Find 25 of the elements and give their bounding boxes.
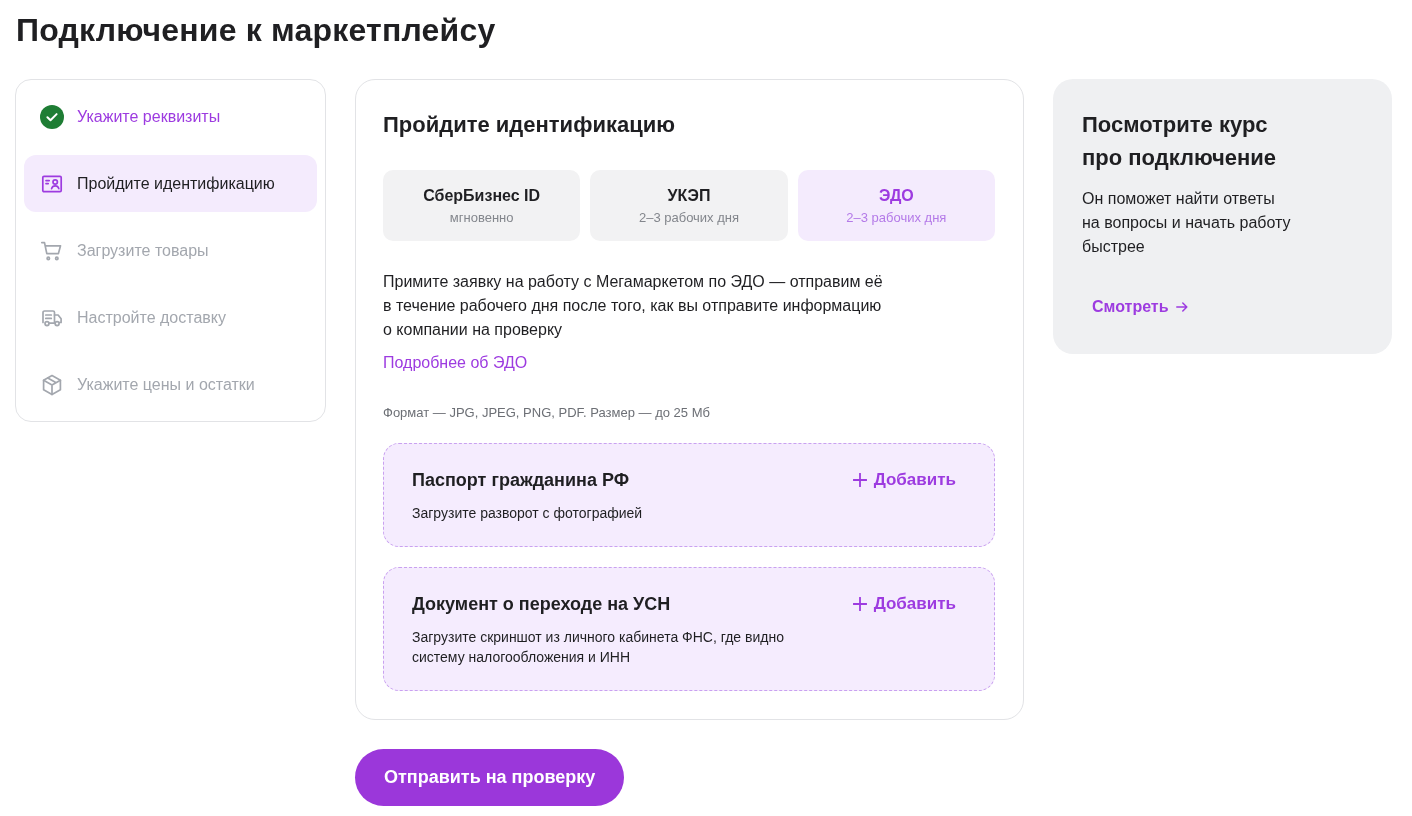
plus-icon xyxy=(852,473,867,487)
watch-link[interactable]: Смотреть xyxy=(1082,287,1198,327)
step-item[interactable]: Укажите реквизиты xyxy=(24,88,317,145)
plus-icon xyxy=(852,597,867,611)
page-title: Подключение к маркетплейсу xyxy=(16,11,497,50)
check-circle-icon xyxy=(40,104,64,129)
add-button[interactable]: Добавить xyxy=(842,468,966,492)
method-tab[interactable]: ЭДО 2–3 рабочих дня xyxy=(797,170,995,241)
section-title: Пройдите идентификацию xyxy=(383,111,676,139)
format-note: Формат — JPG, JPEG, PNG, PDF. Размер — до 25 Мб xyxy=(383,404,711,422)
add-button[interactable]: Добавить xyxy=(842,592,966,616)
submit-button[interactable]: Отправить на проверку xyxy=(355,749,625,806)
box-icon xyxy=(40,372,64,397)
upload-hint: Загрузите разворот с фотографией xyxy=(412,504,643,523)
arrow-right-icon xyxy=(1175,302,1188,312)
description-text: Примите заявку на работу с Мегамаркетом по ЭДО — отправим её в течение рабочего дня после того, как вы отправите информацию о компании на проверку xyxy=(383,272,884,340)
upload-hint: Загрузите скриншот из личного кабинета ФНС, где видно систему налогообложения и ИНН xyxy=(412,628,785,667)
method-tab[interactable]: СберБизнес ID мгновенно xyxy=(383,170,581,241)
upload-title: Документ о переходе на УСН xyxy=(412,593,672,616)
method-tab[interactable]: УКЭП 2–3 рабочих дня xyxy=(590,170,788,241)
step-item[interactable]: Пройдите идентификацию xyxy=(24,155,317,212)
more-link[interactable]: Подробнее об ЭДО xyxy=(383,351,528,375)
upload-title: Паспорт гражданина РФ xyxy=(412,469,631,492)
course-title: Посмотрите курс про подключение xyxy=(1082,111,1277,172)
course-text: Он поможет найти ответы на вопросы и начать работу быстрее xyxy=(1082,189,1292,257)
